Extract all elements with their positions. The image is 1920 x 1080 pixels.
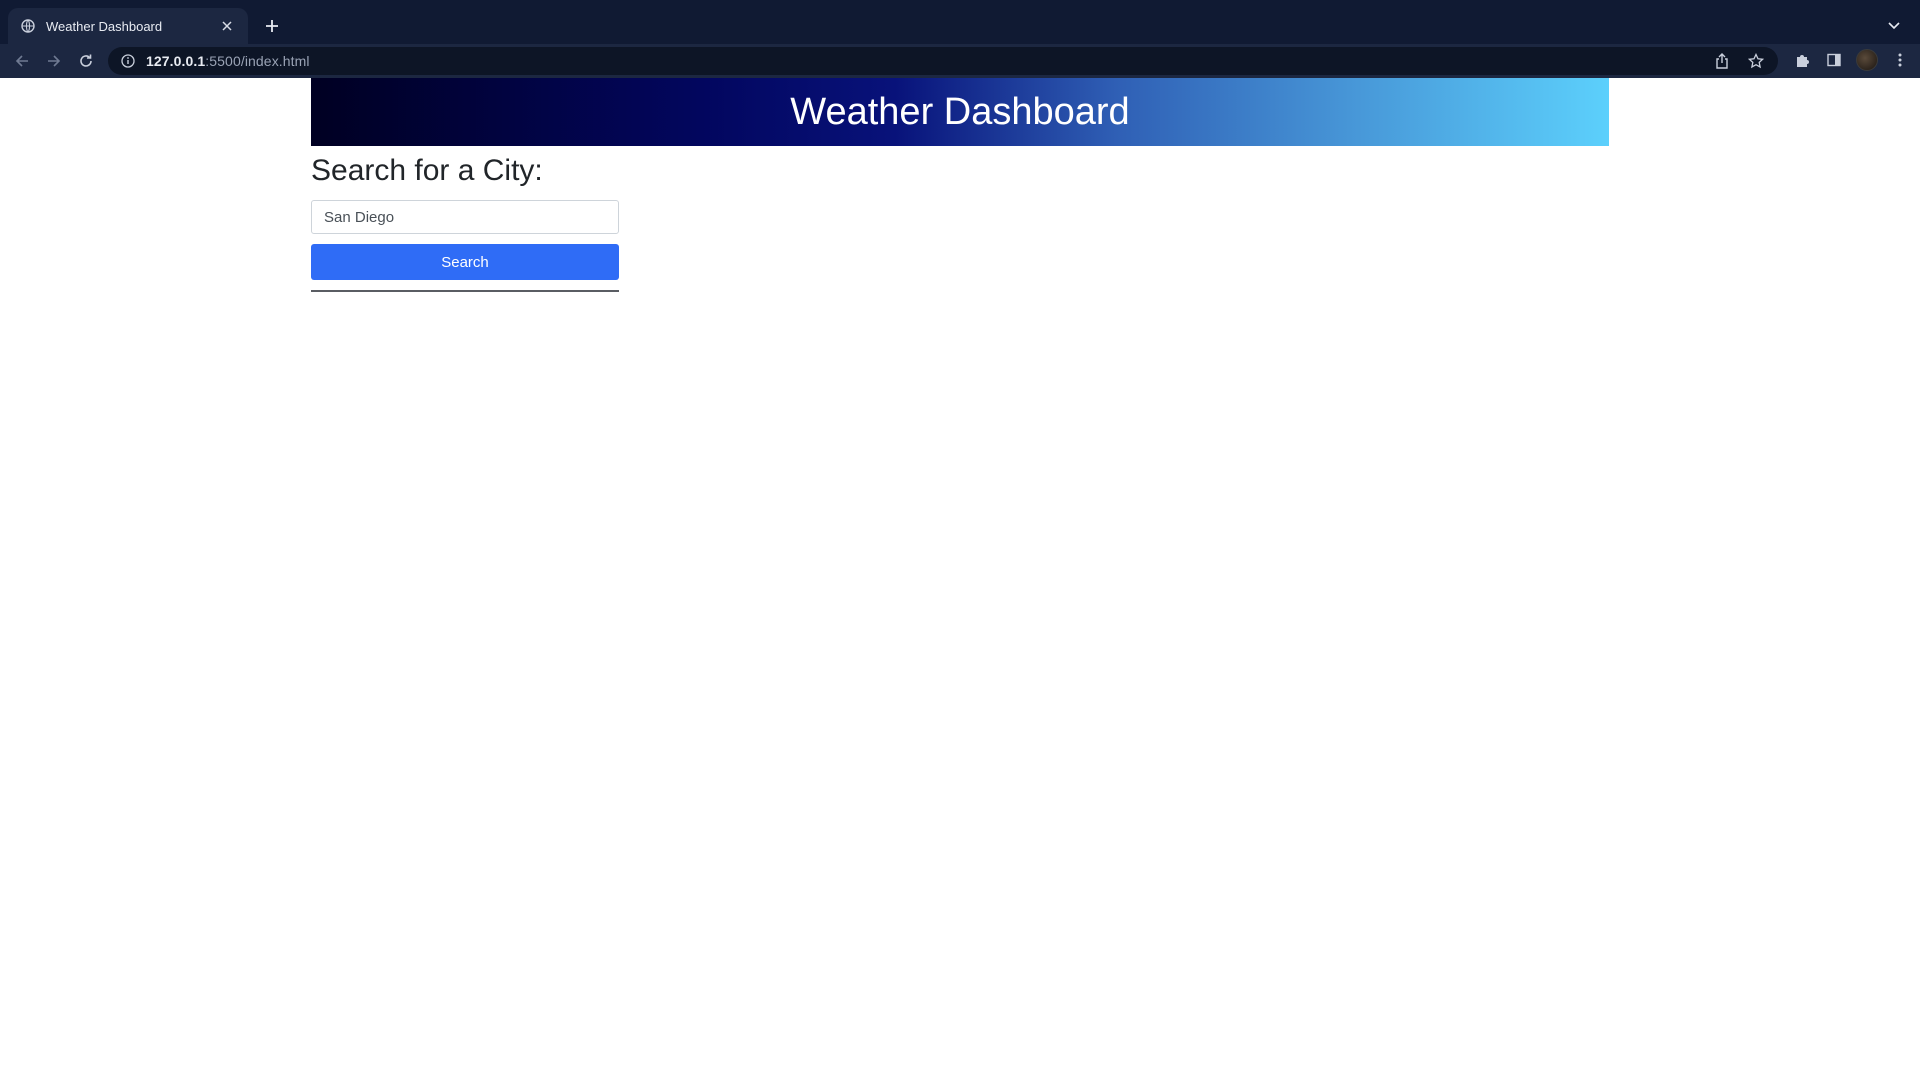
avatar[interactable] — [1856, 49, 1878, 71]
search-heading: Search for a City: — [311, 154, 543, 187]
arrow-left-icon[interactable] — [10, 49, 34, 73]
url-text: 127.0.0.1:5500/index.html — [146, 53, 310, 69]
address-bar[interactable]: 127.0.0.1:5500/index.html — [108, 47, 1778, 75]
tab-title: Weather Dashboard — [46, 18, 163, 34]
info-icon[interactable] — [120, 53, 136, 69]
reload-icon[interactable] — [74, 49, 98, 73]
star-icon[interactable] — [1746, 51, 1766, 71]
tab-weather-dashboard[interactable]: Weather Dashboard — [8, 8, 248, 44]
share-icon[interactable] — [1712, 51, 1732, 71]
search-section: Search for a City: Search — [311, 154, 619, 292]
plus-icon[interactable] — [260, 14, 284, 38]
address-bar-actions — [1712, 51, 1766, 71]
puzzle-icon[interactable] — [1792, 50, 1812, 70]
toolbar-actions — [1792, 49, 1910, 71]
kebab-menu-icon[interactable] — [1890, 50, 1910, 70]
browser-chrome: Weather Dashboard 127.0.0.1:5500/index.h… — [0, 0, 1920, 78]
city-search-input[interactable] — [311, 200, 619, 234]
arrow-right-icon[interactable] — [42, 49, 66, 73]
url-path: :5500/index.html — [205, 53, 310, 69]
page-content: Weather Dashboard Search for a City: Sea… — [0, 78, 1920, 1080]
globe-icon — [20, 18, 36, 34]
search-divider — [311, 290, 619, 292]
chevron-down-icon[interactable] — [1882, 14, 1906, 38]
browser-toolbar: 127.0.0.1:5500/index.html — [0, 44, 1920, 78]
side-panel-icon[interactable] — [1824, 50, 1844, 70]
search-button[interactable]: Search — [311, 244, 619, 280]
close-icon[interactable] — [218, 17, 236, 35]
tab-strip: Weather Dashboard — [0, 0, 1920, 44]
page-title: Weather Dashboard — [790, 90, 1130, 133]
url-host: 127.0.0.1 — [146, 53, 206, 69]
dashboard-header: Weather Dashboard — [311, 78, 1609, 146]
